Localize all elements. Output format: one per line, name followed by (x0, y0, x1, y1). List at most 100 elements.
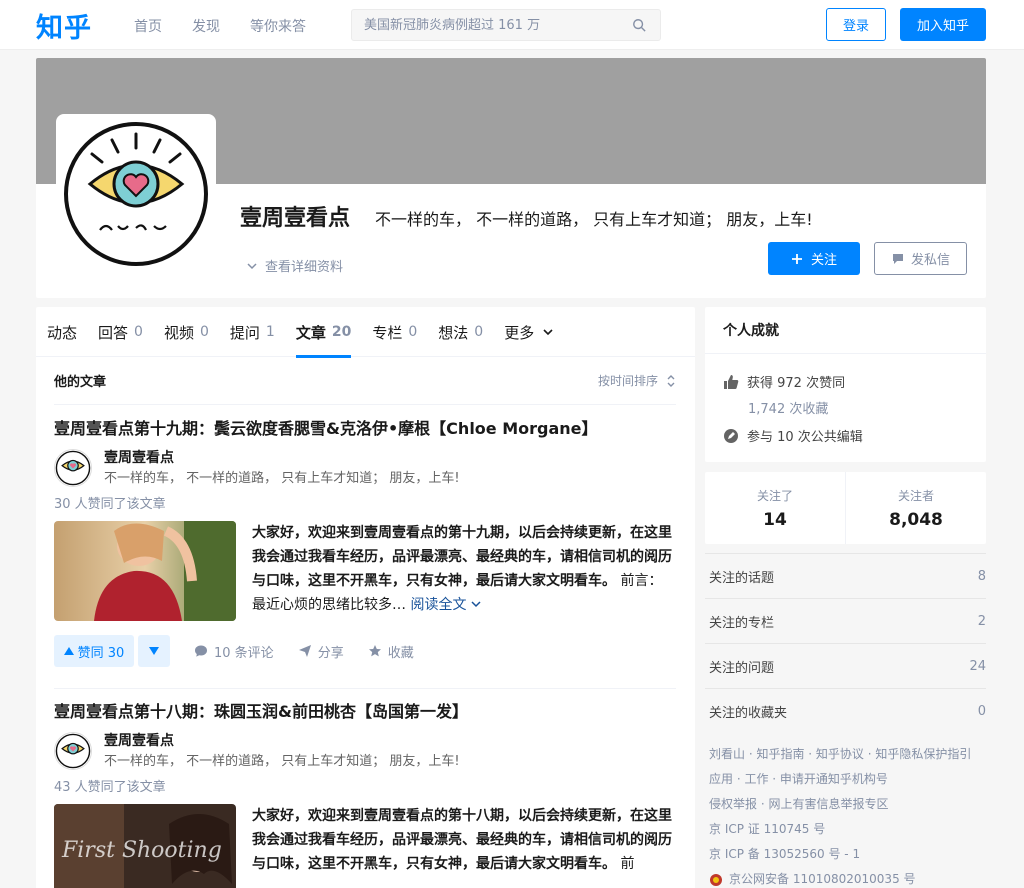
article-excerpt[interactable]: 大家好，欢迎来到壹周壹看点的第十八期，以后会持续更新，在这里我会通过我看车经历，… (252, 804, 674, 888)
public-edits-label: 参与 10 次公共编辑 (747, 430, 863, 445)
tab-count: 0 (134, 324, 143, 340)
profile-tabs: 动态 回答 0 视频 0 提问 1 文章 20 专栏 0 想法 0 更多 (36, 307, 695, 358)
public-edits: 参与 10 次公共编辑 (723, 426, 863, 445)
article-likes: 30 人赞同了该文章 (54, 497, 166, 512)
followed-collections[interactable]: 关注的收藏夹 0 (705, 688, 986, 733)
tab-answers[interactable]: 回答 0 (87, 307, 143, 357)
followed-questions[interactable]: 关注的问题 24 (705, 643, 986, 688)
upvote-label: 赞同 30 (77, 645, 125, 661)
star-icon (368, 645, 381, 657)
follow-button[interactable]: 关注 (768, 242, 860, 275)
tab-thoughts[interactable]: 想法 0 (427, 307, 483, 357)
achievements-title: 个人成就 (705, 307, 986, 354)
profile-headline: 不一样的车， 不一样的道路， 只有上车才知道； 朋友，上车! (375, 210, 813, 229)
favorite-button[interactable]: 收藏 (368, 642, 414, 661)
list-count: 24 (969, 658, 986, 674)
excerpt-bold: 大家好，欢迎来到壹周壹看点的第十八期，以后会持续更新，在这里我会通过我看车经历，… (252, 808, 672, 872)
followed-topics[interactable]: 关注的话题 8 (705, 553, 986, 598)
article-author: 壹周壹看点 不一样的车， 不一样的道路， 只有上车才知道； 朋友，上车! (54, 732, 460, 772)
profile-card: 壹周壹看点 不一样的车， 不一样的道路， 只有上车才知道； 朋友，上车! 查看详… (36, 58, 986, 298)
search-icon[interactable] (632, 18, 646, 32)
article-excerpt[interactable]: 大家好，欢迎来到壹周壹看点的第十九期，以后会持续更新，在这里我会通过我看车经历，… (252, 521, 674, 621)
nav-waiting-answers[interactable]: 等你来答 (250, 16, 306, 36)
nav-explore[interactable]: 发现 (192, 16, 220, 36)
article-likes: 43 人赞同了该文章 (54, 780, 166, 795)
join-button[interactable]: 加入知乎 (900, 8, 986, 41)
send-message-button[interactable]: 发私信 (874, 242, 967, 275)
list-count: 0 (977, 703, 986, 719)
excerpt-bold: 大家好，欢迎来到壹周壹看点的第十九期，以后会持续更新，在这里我会通过我看车经历，… (252, 525, 672, 589)
following-count: 14 (763, 509, 787, 530)
follow-stats-card: 关注了 14 关注者 8,048 (705, 472, 986, 544)
search-box (351, 9, 661, 41)
tab-articles[interactable]: 文章 20 (285, 307, 351, 358)
view-details-link[interactable]: 查看详细资料 (247, 256, 343, 275)
tab-videos[interactable]: 视频 0 (153, 307, 209, 357)
author-name[interactable]: 壹周壹看点 (104, 449, 460, 467)
article-thumbnail[interactable]: First Shooting (54, 804, 236, 888)
article-item: 壹周壹看点第十九期：鬓云欲度香腮雪&克洛伊•摩根【Chloe Morgane】 … (54, 417, 676, 667)
author-avatar[interactable] (54, 449, 92, 487)
login-button[interactable]: 登录 (826, 8, 886, 41)
author-name[interactable]: 壹周壹看点 (104, 732, 460, 750)
profile-name: 壹周壹看点 (240, 206, 351, 231)
nav-home[interactable]: 首页 (134, 16, 162, 36)
article-title[interactable]: 壹周壹看点第十八期：珠圆玉润&前田桃杏【岛国第一发】 (54, 700, 676, 724)
tab-count: 0 (199, 324, 209, 340)
list-count: 8 (977, 568, 986, 584)
sort-label: 按时间排序 (597, 374, 658, 388)
followed-columns[interactable]: 关注的专栏 2 (705, 598, 986, 643)
list-label: 关注的收藏夹 (709, 705, 788, 721)
search-input[interactable] (352, 10, 622, 40)
followers-label: 关注者 (897, 488, 934, 503)
tab-label: 回答 (98, 323, 129, 342)
comments-button[interactable]: 10 条评论 (194, 642, 274, 661)
profile-avatar (56, 114, 216, 274)
follow-label: 关注 (810, 253, 837, 268)
tab-columns[interactable]: 专栏 0 (361, 307, 417, 357)
upvote-button[interactable]: 赞同 30 (54, 635, 134, 667)
eye-logo-icon (55, 733, 91, 769)
article-thumbnail[interactable] (54, 521, 236, 621)
footer-links-3[interactable]: 侵权举报 · 网上有害信息举报专区 (709, 792, 990, 817)
tab-label: 提问 (229, 323, 260, 342)
share-button[interactable]: 分享 (298, 642, 344, 661)
sort-toggle[interactable]: 按时间排序 (598, 372, 676, 389)
read-all-link[interactable]: 阅读全文 (410, 597, 481, 613)
favorites-count: 1,742 次收藏 (748, 402, 829, 417)
article-item: 壹周壹看点第十八期：珠圆玉润&前田桃杏【岛国第一发】 壹周壹看点 不一样的车， … (54, 700, 676, 888)
followers-stat[interactable]: 关注者 8,048 (845, 472, 986, 544)
author-headline: 不一样的车， 不一样的道路， 只有上车才知道； 朋友，上车! (104, 471, 460, 486)
footer-links-2[interactable]: 应用 · 工作 · 申请开通知乎机构号 (709, 767, 990, 792)
tab-questions[interactable]: 提问 1 (219, 307, 275, 357)
tab-activity[interactable]: 动态 (36, 307, 77, 357)
thumbnail-caption: First Shooting (62, 838, 222, 863)
article-actions: 赞同 30 10 条评论 分享 收藏 (54, 635, 414, 667)
footer-police[interactable]: 京公网安备 11010802010035 号 (709, 867, 990, 888)
eye-logo-icon (55, 450, 91, 486)
edit-circle-icon (724, 428, 738, 443)
eye-logo-icon (64, 122, 208, 266)
zhihu-logo[interactable]: 知乎 (36, 6, 92, 45)
plus-icon (791, 253, 802, 264)
sidebar-footer: 刘看山 · 知乎指南 · 知乎协议 · 知乎隐私保护指引 应用 · 工作 · 申… (709, 742, 990, 888)
downvote-button[interactable] (138, 635, 170, 667)
article-title[interactable]: 壹周壹看点第十九期：鬓云欲度香腮雪&克洛伊•摩根【Chloe Morgane】 (54, 417, 676, 441)
following-label: 关注了 (756, 488, 793, 503)
following-stat[interactable]: 关注了 14 (705, 472, 845, 544)
tab-label: 视频 (163, 323, 194, 342)
article-divider (54, 688, 676, 689)
top-nav: 首页 发现 等你来答 (134, 16, 336, 36)
footer-police-label: 京公网安备 11010802010035 号 (729, 872, 916, 886)
likes-received-label: 获得 972 次赞同 (747, 376, 846, 391)
footer-links-1[interactable]: 刘看山 · 知乎指南 · 知乎协议 · 知乎隐私保护指引 (709, 742, 984, 767)
share-label: 分享 (317, 645, 344, 661)
thumbs-up-icon (724, 374, 739, 389)
list-count: 2 (977, 613, 986, 629)
chevron-down-icon (471, 601, 481, 608)
footer-icp-1[interactable]: 京 ICP 证 110745 号 (709, 817, 990, 842)
footer-icp-2[interactable]: 京 ICP 备 13052560 号 - 1 (709, 842, 990, 867)
tab-more[interactable]: 更多 (493, 307, 554, 357)
favorite-label: 收藏 (387, 645, 414, 661)
author-avatar[interactable] (54, 732, 92, 770)
